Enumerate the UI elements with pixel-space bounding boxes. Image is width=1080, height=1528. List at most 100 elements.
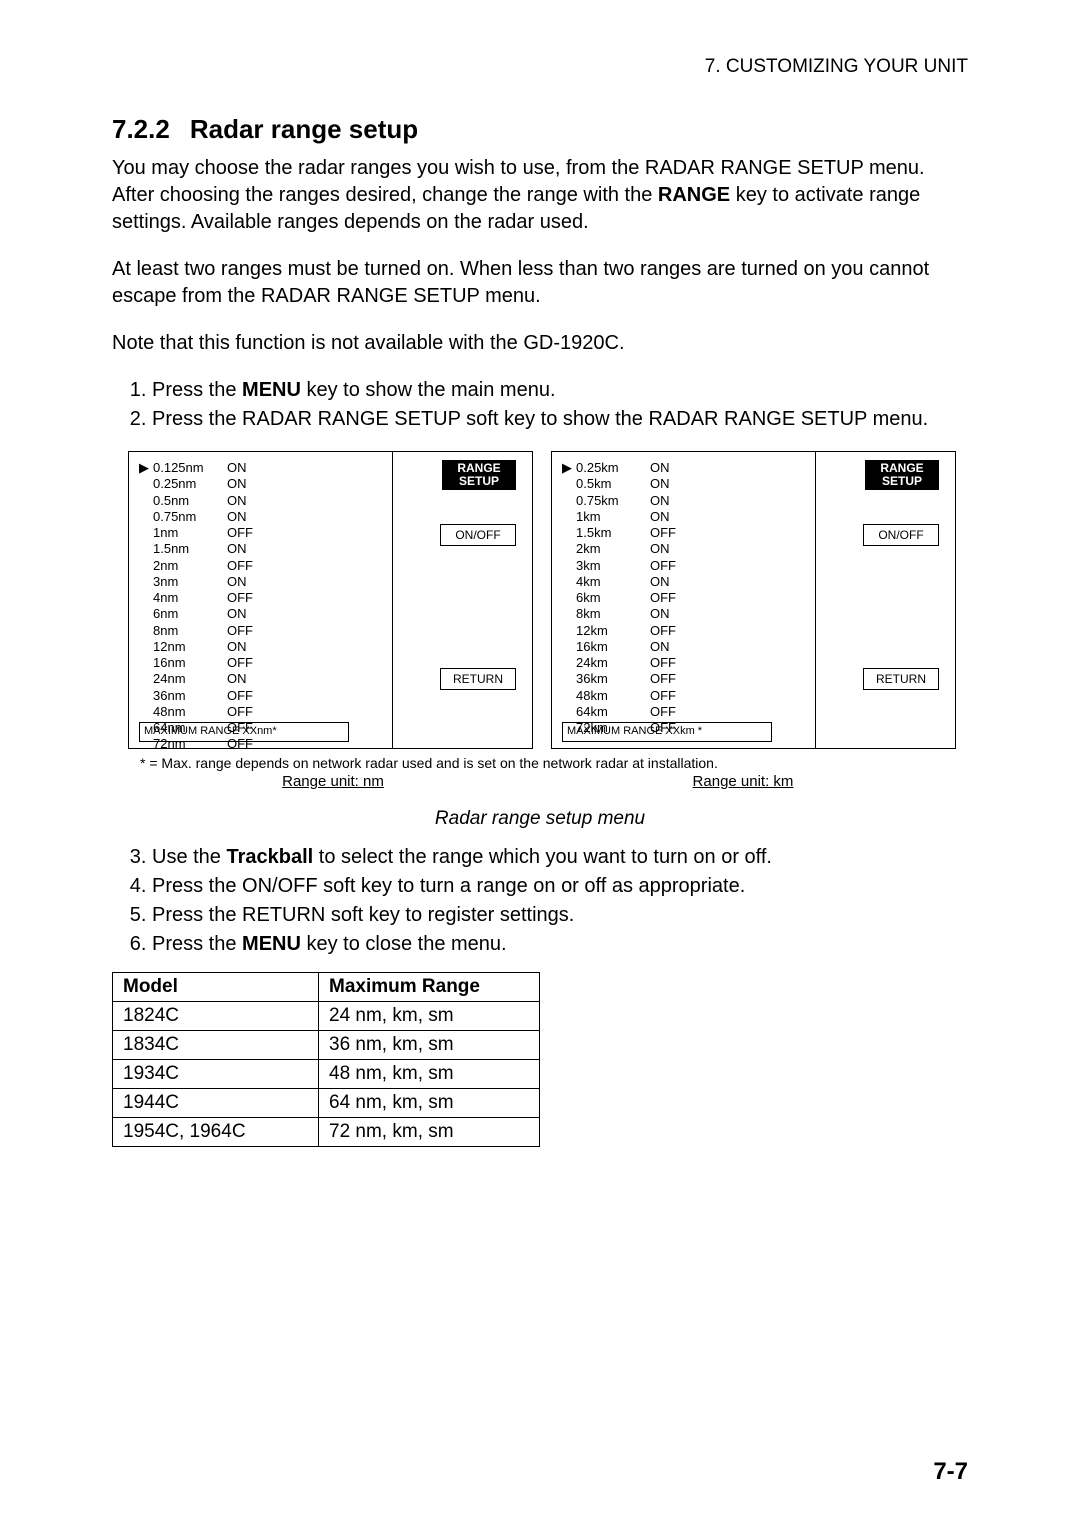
page-header: 7. CUSTOMIZING YOUR UNIT xyxy=(112,56,968,78)
step-text: Press the ON/OFF soft key to turn a rang… xyxy=(152,875,745,897)
step-text: to select the range which you want to tu… xyxy=(313,846,772,868)
range-row[interactable]: 16kmON xyxy=(562,639,807,655)
range-row[interactable]: 8nmOFF xyxy=(139,623,384,639)
range-row[interactable]: 0.5nmON xyxy=(139,493,384,509)
step-text: Press the xyxy=(152,933,242,955)
range-row[interactable]: 0.75kmON xyxy=(562,493,807,509)
range-name: 4nm xyxy=(153,590,227,606)
figure-km-list: ▶0.25kmON0.5kmON0.75kmON1kmON1.5kmOFF2km… xyxy=(552,452,815,748)
range-row[interactable]: 0.5kmON xyxy=(562,476,807,492)
cursor-icon xyxy=(139,525,153,541)
figure-nm-maxrange: MAXIMUM RANGE XXnm* xyxy=(139,722,349,742)
range-row[interactable]: 3kmOFF xyxy=(562,558,807,574)
range-row[interactable]: 2nmOFF xyxy=(139,558,384,574)
range-key-label: RANGE xyxy=(658,184,730,206)
range-name: 8nm xyxy=(153,623,227,639)
softkey-onoff[interactable]: ON/OFF xyxy=(863,524,939,546)
range-row[interactable]: 0.25nmON xyxy=(139,476,384,492)
range-row[interactable]: 1.5nmON xyxy=(139,541,384,557)
range-row[interactable]: 12nmON xyxy=(139,639,384,655)
range-name: 0.5nm xyxy=(153,493,227,509)
figure-nm-list: ▶0.125nmON0.25nmON0.5nmON0.75nmON1nmOFF1… xyxy=(129,452,392,748)
range-row[interactable]: 8kmON xyxy=(562,606,807,622)
range-row[interactable]: 6nmON xyxy=(139,606,384,622)
cursor-icon xyxy=(139,509,153,525)
cursor-icon xyxy=(139,541,153,557)
table-row: 1934C48 nm, km, sm xyxy=(113,1060,540,1089)
range-row[interactable]: 36kmOFF xyxy=(562,671,807,687)
cursor-icon xyxy=(139,688,153,704)
unit-label-km: Range unit: km xyxy=(538,773,948,790)
range-row[interactable]: 24nmON xyxy=(139,671,384,687)
range-state: OFF xyxy=(227,525,253,541)
range-name: 0.125nm xyxy=(153,460,227,476)
range-row[interactable]: 3nmON xyxy=(139,574,384,590)
range-state: ON xyxy=(650,574,670,590)
cursor-icon xyxy=(139,493,153,509)
range-state: OFF xyxy=(650,655,676,671)
range-state: OFF xyxy=(227,623,253,639)
softkey-range-setup-l1: RANGE xyxy=(457,461,500,475)
table-row: 1954C, 1964C72 nm, km, sm xyxy=(113,1118,540,1147)
range-row[interactable]: 12kmOFF xyxy=(562,623,807,639)
range-name: 0.5km xyxy=(576,476,650,492)
softkey-range-setup[interactable]: RANGE SETUP xyxy=(442,460,516,490)
range-name: 6km xyxy=(576,590,650,606)
range-row[interactable]: 2kmON xyxy=(562,541,807,557)
softkey-onoff[interactable]: ON/OFF xyxy=(440,524,516,546)
range-cell: 36 nm, km, sm xyxy=(319,1031,540,1060)
softkey-return[interactable]: RETURN xyxy=(440,668,516,690)
range-name: 0.75km xyxy=(576,493,650,509)
model-cell: 1934C xyxy=(113,1060,319,1089)
range-row[interactable]: 6kmOFF xyxy=(562,590,807,606)
model-cell: 1944C xyxy=(113,1089,319,1118)
cursor-icon xyxy=(562,671,576,687)
range-row[interactable]: 1.5kmOFF xyxy=(562,525,807,541)
range-row[interactable]: 16nmOFF xyxy=(139,655,384,671)
softkey-return[interactable]: RETURN xyxy=(863,668,939,690)
cursor-icon xyxy=(139,606,153,622)
section-title: Radar range setup xyxy=(190,114,418,145)
cursor-icon xyxy=(139,704,153,720)
cursor-icon: ▶ xyxy=(139,460,153,476)
softkey-range-setup[interactable]: RANGE SETUP xyxy=(865,460,939,490)
range-row[interactable]: 48nmOFF xyxy=(139,704,384,720)
range-row[interactable]: 4nmOFF xyxy=(139,590,384,606)
range-row[interactable]: 24kmOFF xyxy=(562,655,807,671)
range-row[interactable]: ▶0.25kmON xyxy=(562,460,807,476)
cursor-icon xyxy=(562,541,576,557)
step-text: key to show the main menu. xyxy=(301,379,556,401)
cursor-icon xyxy=(562,493,576,509)
step-item: Press the MENU key to close the menu. xyxy=(152,931,968,958)
range-row[interactable]: 64kmOFF xyxy=(562,704,807,720)
step-text: Press the RADAR RANGE SETUP soft key to … xyxy=(152,408,928,430)
cursor-icon xyxy=(562,590,576,606)
cursor-icon xyxy=(139,574,153,590)
model-cell: 1824C xyxy=(113,1002,319,1031)
cursor-icon xyxy=(562,558,576,574)
range-name: 16km xyxy=(576,639,650,655)
range-row[interactable]: 36nmOFF xyxy=(139,688,384,704)
section-number: 7.2.2 xyxy=(112,114,170,145)
range-state: ON xyxy=(650,509,670,525)
range-name: 48km xyxy=(576,688,650,704)
range-row[interactable]: 1kmON xyxy=(562,509,807,525)
cursor-icon xyxy=(562,688,576,704)
cursor-icon xyxy=(562,639,576,655)
cursor-icon xyxy=(562,476,576,492)
range-state: OFF xyxy=(650,704,676,720)
unit-label-nm: Range unit: nm xyxy=(128,773,538,790)
range-state: OFF xyxy=(650,558,676,574)
range-row[interactable]: ▶0.125nmON xyxy=(139,460,384,476)
range-row[interactable]: 1nmOFF xyxy=(139,525,384,541)
range-row[interactable]: 48kmOFF xyxy=(562,688,807,704)
figure-km-softkeys: RANGE SETUP ON/OFF RETURN xyxy=(815,452,955,748)
range-name: 12nm xyxy=(153,639,227,655)
range-state: ON xyxy=(227,541,247,557)
range-row[interactable]: 0.75nmON xyxy=(139,509,384,525)
range-name: 12km xyxy=(576,623,650,639)
range-row[interactable]: 4kmON xyxy=(562,574,807,590)
range-state: OFF xyxy=(650,688,676,704)
cursor-icon xyxy=(562,704,576,720)
step-text: Use the xyxy=(152,846,226,868)
